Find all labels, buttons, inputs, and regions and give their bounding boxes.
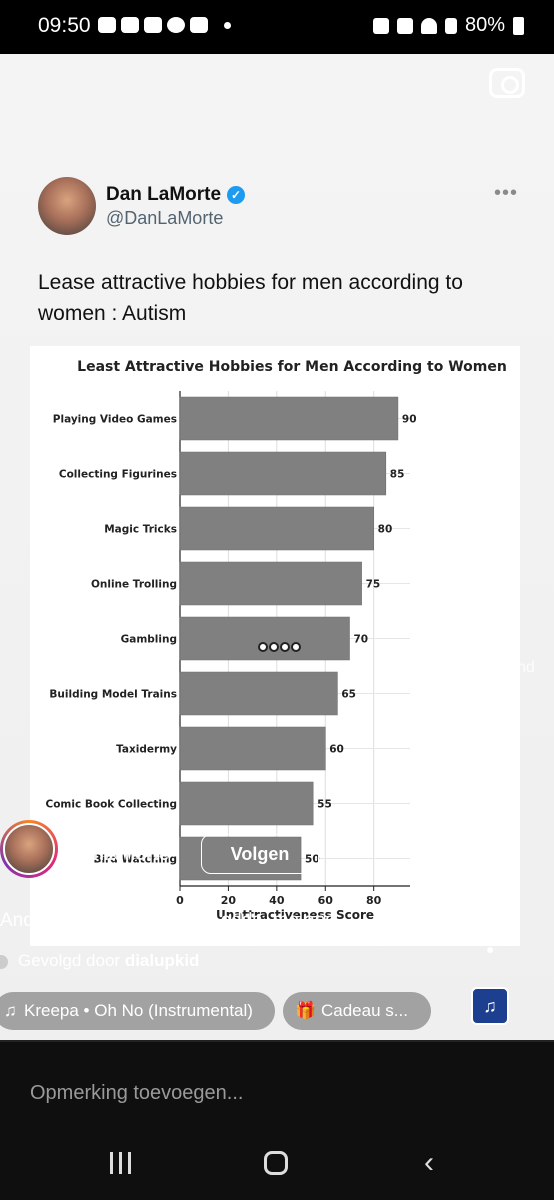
bar: [179, 616, 350, 661]
bar: [179, 671, 338, 716]
author-avatar: [3, 823, 55, 875]
tweet-text: Lease attractive hobbies for men accordi…: [38, 271, 463, 325]
bar: [179, 396, 399, 441]
tweet-handle: @DanLaMorte: [106, 208, 224, 228]
followed-by-user: dialupkid: [124, 951, 200, 970]
alarm-icon: [372, 17, 389, 34]
category-label: Comic Book Collecting: [46, 799, 177, 811]
bar: [179, 561, 362, 606]
gift-icon: 🎁: [295, 1001, 317, 1020]
follower-avatar: [0, 954, 8, 969]
x-tick-label: 0: [176, 894, 184, 907]
tweet-avatar: [38, 177, 96, 235]
data-label: 70: [353, 634, 368, 646]
category-label: Playing Video Games: [53, 414, 177, 426]
status-time: 09:50: [38, 14, 91, 37]
x-tick-label: 80: [366, 894, 382, 907]
category-label: Magic Tricks: [104, 524, 177, 536]
discord-icon: [121, 17, 139, 33]
data-label: 60: [329, 744, 344, 756]
more-notifications-dot: [224, 22, 231, 29]
music-note-icon: ♫: [4, 1001, 17, 1020]
loading-indicator: [258, 642, 301, 652]
category-label: Building Model Trains: [49, 689, 177, 701]
mute-icon: [396, 17, 413, 34]
x-tick-label: 20: [221, 894, 237, 907]
chart-title: Least Attractive Hobbies for Men Accordi…: [77, 359, 507, 375]
data-label: 85: [390, 469, 405, 481]
send-icon-graphic: [472, 818, 508, 852]
data-label: 80: [378, 524, 393, 536]
wifi-icon: [420, 17, 437, 34]
youtube-icon: [190, 17, 208, 33]
status-bar: 09:50 80%: [0, 0, 554, 54]
recent-apps-icon[interactable]: [110, 1152, 131, 1174]
category-label: Collecting Figurines: [59, 469, 177, 481]
reel-content[interactable]: Dan LaMorte ✓ @DanLaMorte ••• Lease attr…: [0, 54, 554, 1040]
music-track: Kreepa • Oh No (Instrumental): [24, 1001, 253, 1020]
discord-icon: [98, 17, 116, 33]
follow-button[interactable]: Volgen: [201, 834, 319, 874]
instagram-reel-screen: 09:50 80% Dan LaMorte ✓ @DanLaMorte ••• …: [0, 0, 554, 1200]
audio-thumbnail-icon[interactable]: ♫: [471, 987, 509, 1025]
comment-bubble-icon[interactable]: [467, 707, 509, 749]
data-label: 90: [402, 414, 417, 426]
category-label: Taxidermy: [116, 744, 177, 756]
likes-count: 14,9 duizend: [443, 659, 535, 676]
music-pill[interactable]: ♫ Kreepa • Oh No (Instrumental): [0, 992, 275, 1030]
more-options-icon[interactable]: ● ● ●: [486, 922, 494, 956]
tweet-author-name: Dan LaMorte ✓: [106, 184, 246, 206]
bar: [179, 506, 374, 551]
verified-badge-icon: ✓: [227, 186, 246, 204]
tweet-more-icon: •••: [494, 182, 519, 204]
like-heart-icon[interactable]: ♡: [466, 599, 512, 645]
x-tick-label: 40: [269, 894, 285, 907]
data-label: 55: [317, 799, 332, 811]
signal-icon: [444, 17, 457, 34]
notification-icons: [98, 17, 208, 33]
comment-bar[interactable]: Opmerking toevoegen...: [0, 1040, 554, 1140]
data-label: 75: [366, 579, 381, 591]
author-avatar-ring[interactable]: [0, 820, 58, 878]
author-username[interactable]: danlamorte: [72, 844, 169, 865]
back-icon[interactable]: ‹: [424, 1146, 434, 1180]
chat-bubble-icon: [144, 17, 162, 33]
tweet-author-name-text: Dan LaMorte: [106, 184, 222, 205]
bar: [179, 781, 314, 826]
share-send-icon[interactable]: [470, 814, 510, 854]
category-label: Online Trolling: [91, 579, 177, 591]
comment-input[interactable]: Opmerking toevoegen...: [30, 1082, 243, 1105]
battery-percentage: 80%: [464, 14, 505, 36]
followed-by-prefix: Gevolgd door: [18, 951, 121, 970]
system-status: 80%: [372, 14, 524, 37]
facebook-icon: [167, 17, 185, 33]
camera-icon[interactable]: [489, 68, 525, 98]
followed-by[interactable]: Gevolgd door dialupkid: [0, 951, 199, 971]
home-icon[interactable]: [264, 1151, 288, 1175]
data-label: 65: [341, 689, 356, 701]
gift-label: Cadeau s...: [321, 1001, 408, 1020]
bar: [179, 726, 326, 771]
shares-count: 6.385: [468, 872, 510, 889]
bar: [179, 451, 387, 496]
system-nav-bar: ‹: [0, 1132, 554, 1200]
battery-icon: [513, 16, 524, 35]
category-label: Gambling: [121, 634, 177, 646]
comments-count: 786: [476, 766, 504, 783]
reel-caption[interactable]: And somehow, against all odds, me and ..…: [0, 910, 430, 932]
x-tick-label: 60: [318, 894, 334, 907]
gift-pill[interactable]: 🎁 Cadeau s...: [283, 992, 431, 1030]
